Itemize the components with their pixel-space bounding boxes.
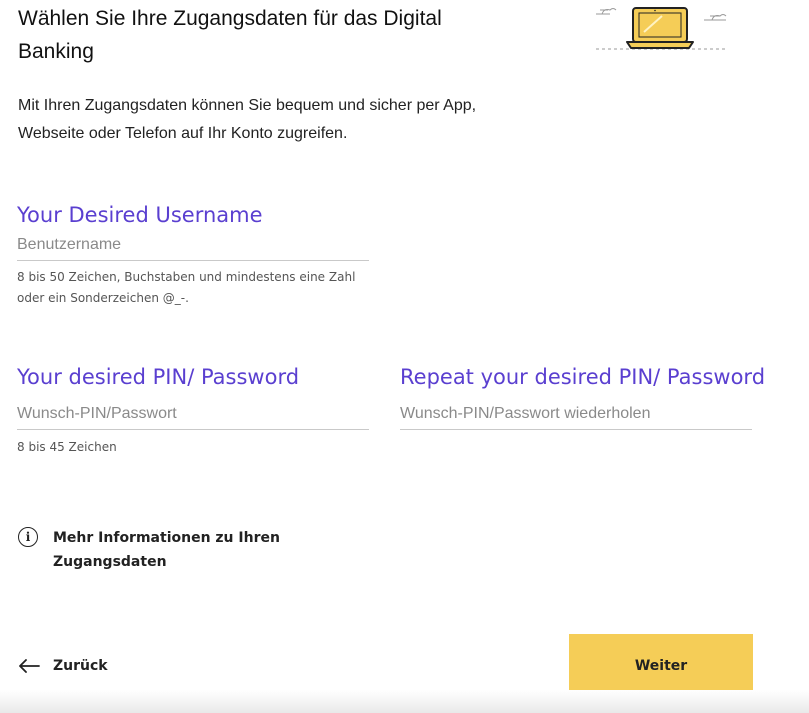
back-label: Zurück <box>53 658 108 674</box>
password-hint: 8 bis 45 Zeichen <box>17 440 117 454</box>
info-icon: i <box>18 527 38 547</box>
laptop-illustration <box>596 7 728 50</box>
username-input[interactable] <box>17 236 369 261</box>
repeat-password-label: Repeat your desired PIN/ Password <box>400 365 766 389</box>
intro-text: Mit Ihren Zugangsdaten können Sie bequem… <box>18 97 477 142</box>
more-info-text: Mehr Informationen zu Ihren Zugangsdaten <box>53 530 280 570</box>
bottom-shadow <box>0 690 809 713</box>
username-label: Your Desired Username <box>17 203 263 227</box>
password-label: Your desired PIN/ Password <box>17 365 300 389</box>
page-title: Wählen Sie Ihre Zugangsdaten für das Dig… <box>18 7 442 63</box>
back-button[interactable]: Zurück <box>18 654 108 678</box>
username-hint: 8 bis 50 Zeichen, Buchstaben und mindest… <box>17 270 356 305</box>
password-input[interactable] <box>17 405 369 430</box>
next-button[interactable]: Weiter <box>569 634 753 698</box>
arrow-left-icon <box>19 659 40 673</box>
repeat-password-input[interactable] <box>400 405 752 430</box>
